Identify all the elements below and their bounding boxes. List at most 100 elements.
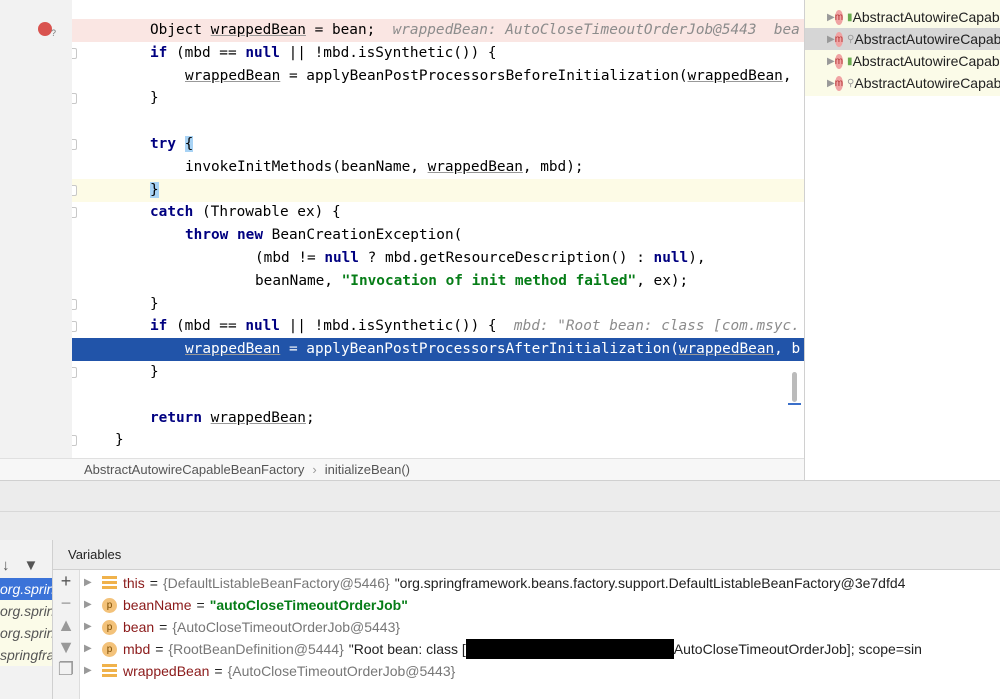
fold-marker-icon[interactable] xyxy=(72,435,77,447)
code-token: ), xyxy=(688,250,706,266)
equals-sign: = xyxy=(196,597,205,613)
variable-row[interactable]: ▶ p beanName = "autoCloseTimeoutOrderJob" xyxy=(80,594,1000,616)
expand-arrow-icon[interactable]: ▶ xyxy=(84,594,102,616)
code-token: } xyxy=(150,181,159,198)
code-token: (mbd == xyxy=(167,44,246,61)
variable-value: "org.springframework.beans.factory.suppo… xyxy=(394,575,906,591)
editor-gutter[interactable]: ? xyxy=(0,0,72,458)
code-token: { xyxy=(184,136,194,152)
move-up-icon[interactable]: ▲ xyxy=(53,614,79,636)
structure-item[interactable]: ▶m▮AbstractAutowireCapableBeanFactory xyxy=(805,6,1000,28)
code-token: mbd: "Root bean: class [com.msyc. xyxy=(496,318,800,335)
method-icon: m xyxy=(834,9,844,25)
code-line[interactable]: return wrappedBean; xyxy=(72,407,804,430)
code-line[interactable]: wrappedBean = applyBeanPostProcessorsBef… xyxy=(72,65,804,88)
code-text: try { xyxy=(150,133,194,156)
code-text: wrappedBean = applyBeanPostProcessorsAft… xyxy=(185,338,800,361)
code-line[interactable]: try { xyxy=(72,133,804,156)
variable-name: this xyxy=(123,575,145,591)
equals-sign: = xyxy=(159,619,168,635)
variable-type: {AutoCloseTimeoutOrderJob@5443} xyxy=(227,663,456,679)
code-token: null xyxy=(324,250,359,266)
add-watch-icon[interactable]: + xyxy=(53,570,79,592)
code-text: } xyxy=(150,361,159,384)
code-token: || !mbd.isSynthetic()) { xyxy=(279,318,497,335)
variable-value-rest: AutoCloseTimeoutOrderJob]; scope=sin xyxy=(673,641,922,657)
expand-arrow-icon[interactable]: ▶ xyxy=(84,572,102,594)
variables-header: Variables xyxy=(53,540,1000,570)
code-token: || !mbd.isSynthetic()) { xyxy=(279,44,497,61)
expand-arrow-icon[interactable]: ▶ xyxy=(827,12,835,23)
code-editor[interactable]: Object wrappedBean = bean; wrappedBean: … xyxy=(72,0,804,458)
structure-item[interactable]: ▶m⚲AbstractAutowireCapableBeanFactory xyxy=(805,72,1000,94)
code-token: invokeInitMethods(beanName, xyxy=(185,158,428,175)
code-line[interactable]: throw new BeanCreationException( xyxy=(72,224,804,247)
stack-frame[interactable]: springframework. xyxy=(0,644,52,666)
fold-marker-icon[interactable] xyxy=(72,207,77,219)
breadcrumb: AbstractAutowireCapableBeanFactory › initi… xyxy=(0,458,804,480)
code-line[interactable]: invokeInitMethods(beanName, wrappedBean,… xyxy=(72,156,804,179)
variable-row[interactable]: ▶ p mbd = {RootBeanDefinition@5444} "Root bea… xyxy=(80,638,1000,660)
stack-frame[interactable]: org.springframework xyxy=(0,600,52,622)
fold-marker-icon[interactable] xyxy=(72,184,77,196)
code-line[interactable]: } xyxy=(72,178,804,202)
code-line[interactable]: } xyxy=(72,87,804,110)
code-line[interactable]: wrappedBean = applyBeanPostProcessorsAft… xyxy=(72,338,804,362)
code-line[interactable]: (mbd != null ? mbd.getResourceDescriptio… xyxy=(72,247,804,270)
breakpoint-condition-icon: ? xyxy=(51,28,57,38)
code-text: invokeInitMethods(beanName, wrappedBean,… xyxy=(185,156,584,179)
code-line[interactable]: if (mbd == null || !mbd.isSynthetic()) { xyxy=(72,42,804,65)
code-token: if xyxy=(150,318,168,335)
code-line[interactable]: catch (Throwable ex) { xyxy=(72,201,804,224)
expand-arrow-icon[interactable]: ▶ xyxy=(84,616,102,638)
breadcrumb-method[interactable]: initializeBean() xyxy=(325,462,410,477)
filter-icon[interactable]: ▼ xyxy=(24,557,39,574)
stack-frame[interactable]: org.springframework xyxy=(0,578,52,600)
structure-item[interactable]: ▶m⚲AbstractAutowireCapableBeanFactory xyxy=(805,28,1000,50)
editor-scrollbar[interactable] xyxy=(792,372,797,402)
code-text: return wrappedBean; xyxy=(150,407,315,430)
expand-arrow-icon[interactable]: ▶ xyxy=(84,638,102,660)
variable-row[interactable]: ▶ this = {DefaultListableBeanFactory@5446} "… xyxy=(80,572,1000,594)
code-token: Object xyxy=(150,22,211,38)
fold-marker-icon[interactable] xyxy=(72,139,77,150)
fold-marker-icon[interactable] xyxy=(72,47,77,59)
code-line[interactable]: Object wrappedBean = bean; wrappedBean: … xyxy=(72,19,804,42)
fold-marker-icon[interactable] xyxy=(72,321,77,333)
expand-arrow-icon[interactable]: ▶ xyxy=(84,660,102,682)
fold-marker-icon[interactable] xyxy=(72,367,77,378)
variable-row[interactable]: ▶ p bean = {AutoCloseTimeoutOrderJob@5443} xyxy=(80,616,1000,638)
code-line[interactable]: } xyxy=(72,361,804,384)
copy-icon[interactable]: ❐ xyxy=(53,658,79,680)
code-token: , xyxy=(782,67,792,84)
expand-arrow-icon[interactable]: ▶ xyxy=(827,78,835,89)
breakpoint-icon[interactable] xyxy=(38,22,52,36)
variable-row[interactable]: ▶ wrappedBean = {AutoCloseTimeoutOrderJob@5… xyxy=(80,660,1000,682)
move-down-icon[interactable]: ▼ xyxy=(53,636,79,658)
code-line[interactable]: if (mbd == null || !mbd.isSynthetic()) {… xyxy=(72,315,804,338)
code-token: null xyxy=(245,318,280,335)
expand-arrow-icon[interactable]: ▶ xyxy=(827,56,835,67)
code-token: } xyxy=(115,432,124,449)
down-arrow-icon[interactable]: ↓ xyxy=(2,557,10,574)
parameter-icon: p xyxy=(102,597,117,613)
equals-sign: = xyxy=(155,641,164,657)
structure-item-label: AbstractAutowireCapableBeanFactory xyxy=(854,31,1000,47)
code-line[interactable] xyxy=(72,110,804,133)
code-line[interactable]: beanName, "Invocation of init method fai… xyxy=(72,270,804,293)
variable-type: {RootBeanDefinition@5444} xyxy=(168,641,344,657)
code-line[interactable] xyxy=(72,384,804,407)
expand-arrow-icon[interactable]: ▶ xyxy=(827,34,835,45)
code-line[interactable]: } xyxy=(72,293,804,316)
variables-tree: ▶ this = {DefaultListableBeanFactory@5446} "… xyxy=(80,572,1000,682)
fold-marker-icon[interactable] xyxy=(72,93,77,105)
remove-watch-icon[interactable]: − xyxy=(53,592,79,614)
structure-item[interactable]: ▶m▮AbstractAutowireCapableBeanFactory xyxy=(805,50,1000,72)
stack-frame[interactable]: org.springframework xyxy=(0,622,52,644)
breadcrumb-class[interactable]: AbstractAutowireCapableBeanFactory xyxy=(84,462,304,477)
code-line[interactable]: } xyxy=(72,429,804,452)
fold-marker-icon[interactable] xyxy=(72,298,77,310)
variable-name: wrappedBean xyxy=(123,663,210,679)
